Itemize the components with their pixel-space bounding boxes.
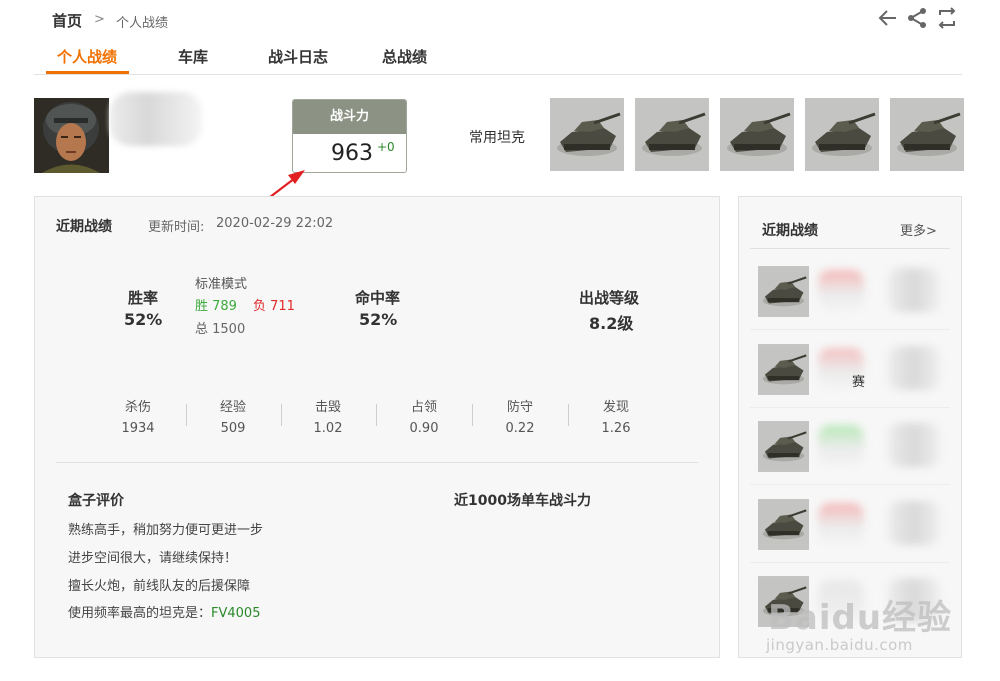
favorite-tank-name[interactable]: FV4005	[211, 606, 260, 621]
sidebar-row-divider	[750, 329, 950, 330]
stat-label: 经验	[219, 400, 246, 415]
stat-label: 杀伤	[124, 400, 151, 415]
sidebar-row-divider	[750, 562, 950, 563]
stat-label: 占领	[410, 400, 437, 415]
sidebar-row-divider	[750, 407, 950, 408]
sidebar-more-link[interactable]: 更多>	[900, 220, 937, 239]
power-1000-title: 近1000场单车战斗力	[454, 493, 591, 509]
battle-tier-value: 8.2级	[589, 314, 634, 333]
stat-separator	[568, 404, 569, 426]
combat-power-value: 963	[331, 141, 373, 166]
favorite-tank-line: 使用频率最高的坦克是：FV4005	[68, 602, 260, 621]
watermark-logo: Baidu经验	[768, 598, 953, 638]
recent-battle-tank-thumbnail[interactable]	[758, 499, 809, 550]
active-tab-underline	[46, 71, 129, 74]
common-tanks-label: 常用坦克	[469, 130, 525, 146]
tab-personal-record[interactable]: 个人战绩	[57, 46, 117, 67]
share-icon[interactable]	[905, 6, 929, 30]
breadcrumb-current: 个人战绩	[116, 16, 169, 31]
back-arrow-icon[interactable]	[876, 6, 900, 30]
total-battles: 总 1500	[195, 322, 246, 337]
win-rate-value: 52%	[124, 310, 163, 329]
mode-label: 标准模式	[195, 277, 248, 292]
recent-battle-tank-thumbnail[interactable]	[758, 266, 809, 317]
recent-stats-title: 近期战绩	[56, 219, 112, 235]
breadcrumb-separator: >	[94, 12, 105, 27]
evaluation-line: 熟练高手，稍加努力便可更进一步	[68, 523, 264, 538]
stat-value: 0.90	[409, 421, 439, 436]
recent-battle-info-blurred	[818, 503, 864, 543]
recent-battle-result-blurred	[888, 423, 940, 467]
stat-label: 发现	[602, 400, 629, 415]
stat-separator	[186, 404, 187, 426]
stat-separator	[281, 404, 282, 426]
stat-value: 0.22	[505, 421, 535, 436]
recent-battle-result-blurred	[888, 268, 940, 312]
wins-count: 胜 789	[195, 299, 237, 314]
common-tank-thumbnail[interactable]	[720, 98, 794, 171]
recent-battle-info-blurred	[818, 425, 864, 465]
combat-power-box: 战斗力 963 +0	[292, 99, 407, 173]
recent-battle-info-blurred	[818, 270, 864, 310]
combat-power-label: 战斗力	[293, 100, 406, 134]
update-time-value: 2020-02-29 22:02	[216, 216, 334, 231]
stat-value: 509	[220, 421, 246, 436]
player-name-blurred	[110, 92, 202, 146]
sidebar-divider	[750, 248, 950, 249]
losses-count: 负 711	[253, 299, 295, 314]
switch-icon[interactable]	[935, 6, 959, 30]
combat-power-delta: +0	[377, 140, 395, 154]
breadcrumb-home-link[interactable]: 首页	[52, 10, 82, 31]
battle-tier-label: 出战等级	[579, 289, 640, 307]
watermark-url: jingyan.baidu.com	[766, 636, 913, 654]
evaluation-title: 盒子评价	[68, 493, 124, 509]
recent-battle-result-blurred	[888, 346, 940, 390]
win-rate-label: 胜率	[128, 289, 159, 307]
common-tank-thumbnail[interactable]	[550, 98, 624, 171]
evaluation-line: 进步空间很大，请继续保持！	[68, 551, 238, 566]
stat-label: 击毁	[314, 400, 341, 415]
recent-battle-result-blurred	[888, 501, 940, 545]
stat-value: 1934	[121, 421, 155, 436]
tab-garage[interactable]: 车库	[178, 46, 208, 67]
recent-battle-tank-thumbnail[interactable]	[758, 421, 809, 472]
hit-rate-label: 命中率	[355, 289, 401, 307]
common-tank-thumbnail[interactable]	[635, 98, 709, 171]
sidebar-title: 近期战绩	[762, 223, 818, 239]
recent-battle-tank-thumbnail[interactable]	[758, 344, 809, 395]
favorite-tank-prefix: 使用频率最高的坦克是：	[68, 606, 212, 621]
stat-separator	[472, 404, 473, 426]
sidebar-row-divider	[750, 484, 950, 485]
tabs-divider	[34, 74, 962, 75]
panel-divider	[56, 462, 698, 463]
recent-battle-text: 赛	[852, 375, 866, 390]
evaluation-line: 擅长火炮，前线队友的后援保障	[68, 579, 251, 594]
common-tank-thumbnail[interactable]	[890, 98, 964, 171]
hit-rate-value: 52%	[359, 310, 398, 329]
common-tank-thumbnail[interactable]	[805, 98, 879, 171]
tab-battle-log[interactable]: 战斗日志	[268, 46, 328, 67]
update-time-label: 更新时间:	[148, 220, 205, 235]
tab-total-record[interactable]: 总战绩	[382, 46, 427, 67]
stat-label: 防守	[506, 400, 533, 415]
avatar	[34, 98, 109, 173]
stat-separator	[376, 404, 377, 426]
stat-value: 1.26	[601, 421, 631, 436]
stat-value: 1.02	[313, 421, 343, 436]
